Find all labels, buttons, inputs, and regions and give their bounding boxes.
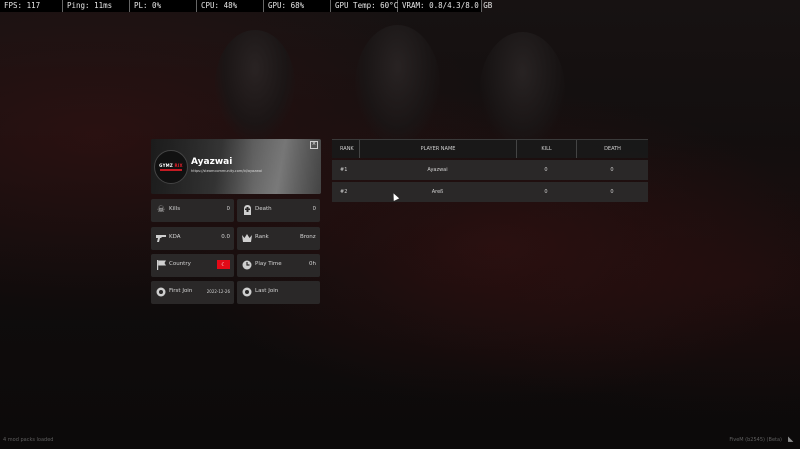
stat-kda-label: KDA (169, 234, 181, 240)
stat-first-join-value: 2022-12-26 (206, 289, 230, 294)
background-character-right (480, 32, 565, 147)
stat-kills: ☠ Kills 0 (151, 199, 234, 222)
row-player-name: Areß (431, 189, 444, 195)
leaderboard-table: RANK PLAYER NAME KILL DEATH #1 Ayazwai 0… (332, 139, 648, 202)
stat-first-join: First Join 2022-12-26 (151, 281, 234, 304)
stat-rank-value: Bronze (300, 234, 316, 240)
header-player-name[interactable]: PLAYER NAME (359, 140, 516, 158)
header-kill[interactable]: KILL (516, 140, 576, 158)
gravestone-icon (242, 205, 252, 215)
row-death: 0 (610, 167, 614, 173)
stat-last-join-label: Last Join (255, 288, 279, 294)
background-character-left (215, 30, 295, 140)
fivem-logo-icon: ◣ (788, 435, 794, 443)
avatar-logo: GYMZ RIX (159, 163, 183, 168)
row-rank: #2 (340, 189, 348, 195)
stat-death-label: Death (255, 206, 272, 212)
background-character-center (355, 25, 440, 145)
stat-country-label: Country (169, 261, 191, 267)
avatar: GYMZ RIX (154, 150, 188, 184)
stat-death: Death 0 (237, 199, 320, 222)
settings-badge-icon (242, 287, 252, 297)
turkey-flag-icon: ☾ (217, 260, 230, 269)
gpu-temp-readout: GPU Temp: 60°C (331, 0, 398, 12)
stat-kills-value: 0 (226, 206, 231, 212)
packet-loss-readout: PL: 0% (130, 0, 197, 12)
game-screen: FPS: 117 Ping: 11ms PL: 0% CPU: 48% GPU:… (0, 0, 800, 449)
stat-kills-label: Kills (169, 206, 181, 212)
vram-readout: VRAM: 0.8/4.3/8.0 GB (398, 0, 492, 12)
stat-death-value: 0 (312, 206, 317, 212)
row-death: 0 (610, 189, 614, 195)
cpu-readout: CPU: 48% (197, 0, 264, 12)
row-player-name: Ayazwai (427, 167, 448, 173)
clock-icon (242, 260, 252, 270)
gpu-readout: GPU: 68% (264, 0, 331, 12)
table-row[interactable]: #1 Ayazwai 0 0 (332, 160, 648, 180)
row-rank: #1 (340, 167, 348, 173)
header-rank[interactable]: RANK (332, 140, 359, 158)
fps-readout: FPS: 117 (0, 0, 63, 12)
performance-overlay: FPS: 117 Ping: 11ms PL: 0% CPU: 48% GPU:… (0, 0, 492, 12)
stat-playtime-label: Play Time (255, 261, 282, 267)
stat-last-join: Last Join (237, 281, 320, 304)
profile-card: GYMZ RIX Ayazwai https://steamcommunity.… (151, 139, 321, 194)
table-row[interactable]: #2 Areß 0 0 (332, 182, 648, 202)
stat-playtime-value: 0h (309, 261, 316, 267)
stat-rank: Rank Bronze (237, 227, 320, 250)
close-icon[interactable]: × (310, 141, 318, 149)
stat-kda: KDA 0.0 (151, 227, 234, 250)
ping-readout: Ping: 11ms (63, 0, 130, 12)
flag-icon (156, 260, 166, 270)
pistol-icon (156, 233, 166, 243)
stat-first-join-label: First Join (169, 288, 193, 294)
profile-url[interactable]: https://steamcommunity.com/id/ayazwai (191, 169, 262, 173)
stat-kda-value: 0.0 (221, 234, 230, 240)
crown-icon (242, 233, 252, 243)
settings-badge-icon (156, 287, 166, 297)
skull-icon: ☠ (156, 205, 166, 215)
leaderboard-header-row: RANK PLAYER NAME KILL DEATH (332, 139, 648, 158)
stat-playtime: Play Time 0h (237, 254, 320, 277)
avatar-logo-bar (160, 169, 182, 171)
row-kill: 0 (544, 189, 548, 195)
build-version: FiveM (b2545) (Beta) (729, 437, 782, 443)
stat-country: Country ☾ (151, 254, 234, 277)
profile-name: Ayazwai (191, 157, 233, 167)
header-death[interactable]: DEATH (576, 140, 648, 158)
mod-packs-status: 4 mod packs loaded (3, 437, 54, 443)
row-kill: 0 (544, 167, 548, 173)
stat-rank-label: Rank (255, 234, 269, 240)
